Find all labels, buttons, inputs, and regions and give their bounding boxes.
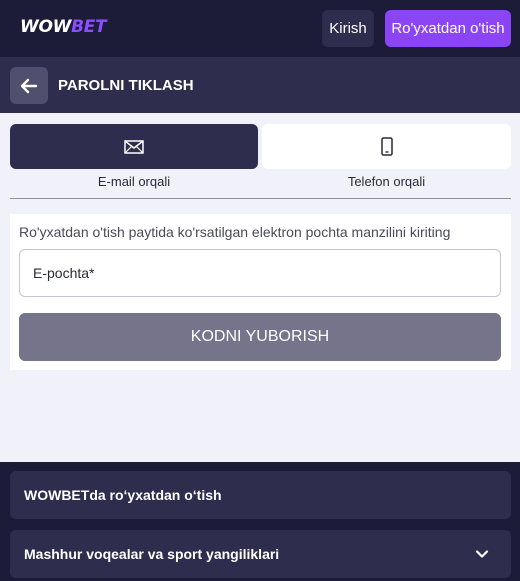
envelope-icon — [124, 139, 144, 154]
footer-item-register-info[interactable]: WOWBETda ro‘yxatdan o‘tish — [10, 471, 511, 519]
register-button[interactable]: Ro'yxatdan o'tish — [385, 10, 511, 47]
footer-item-label: Mashhur voqealar va sport yangiliklari — [24, 546, 280, 562]
tab-phone[interactable] — [262, 124, 511, 169]
page-title: PAROLNI TIKLASH — [58, 77, 194, 94]
login-button[interactable]: Kirish — [322, 10, 374, 47]
footer-item-label: WOWBETda ro‘yxatdan o‘tish — [24, 487, 222, 503]
footer-item-sport-news[interactable]: Mashhur voqealar va sport yangiliklari — [10, 530, 511, 578]
tab-phone-label[interactable]: Telefon orqali — [262, 174, 511, 189]
tab-email[interactable] — [10, 124, 258, 169]
logo-text-bet: BET — [71, 17, 107, 37]
back-button[interactable] — [10, 67, 48, 104]
arrow-left-icon — [20, 78, 38, 93]
send-code-button[interactable]: KODNI YUBORISH — [19, 313, 501, 361]
tabs-divider — [10, 198, 511, 199]
wowbet-logo[interactable]: WOWBET — [20, 17, 107, 37]
email-field[interactable] — [19, 249, 501, 297]
form-hint: Ro'yxatdan o'tish paytida ko'rsatilgan e… — [19, 224, 451, 240]
top-header: WOWBET Kirish Ro'yxatdan o'tish — [0, 0, 520, 57]
footer: WOWBETda ro‘yxatdan o‘tish Mashhur voqea… — [0, 462, 520, 581]
recovery-form: Ro'yxatdan o'tish paytida ko'rsatilgan e… — [10, 214, 511, 370]
logo-text-wow: WOW — [20, 17, 72, 37]
tab-email-label[interactable]: E-mail orqali — [10, 174, 258, 189]
chevron-down-icon — [475, 550, 489, 558]
phone-icon — [380, 137, 393, 156]
page-title-bar: PAROLNI TIKLASH — [0, 57, 520, 113]
